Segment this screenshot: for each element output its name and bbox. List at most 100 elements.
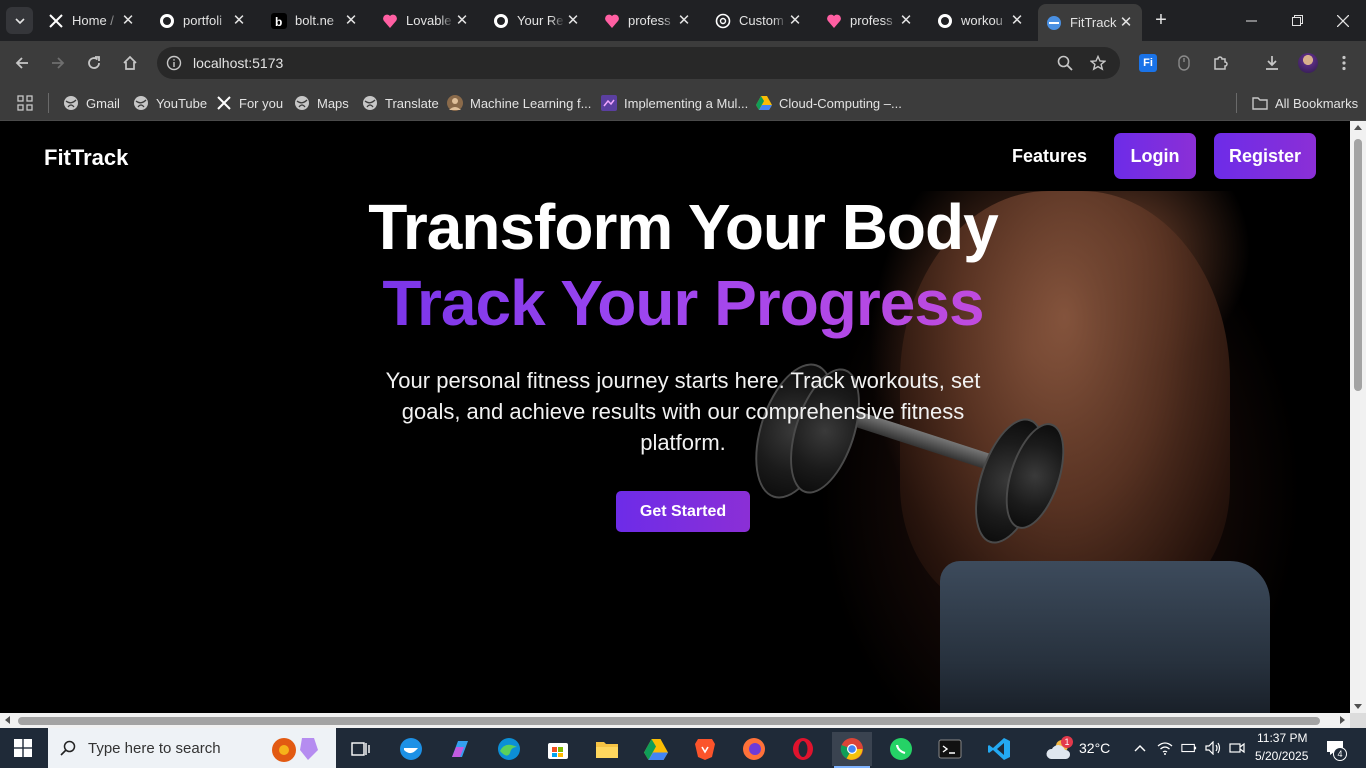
taskbar-search-placeholder: Type here to search — [88, 739, 221, 757]
all-bookmarks-label: All Bookmarks — [1275, 95, 1359, 111]
tab-openai-custom[interactable]: Custom ✕ — [707, 6, 811, 35]
bookmark-machine-learning[interactable]: Machine Learning f... — [447, 92, 591, 114]
scroll-left-arrow-icon[interactable] — [5, 716, 10, 724]
taskbar-app-copilot[interactable] — [440, 732, 480, 766]
taskbar-app-terminal[interactable] — [930, 732, 970, 766]
bookmark-star-icon[interactable] — [1090, 55, 1106, 71]
vertical-scroll-thumb[interactable] — [1354, 139, 1362, 391]
avatar — [1298, 53, 1318, 73]
bookmark-youtube[interactable]: YouTube — [133, 92, 207, 114]
tab-bolt[interactable]: b bolt.ne ✕ — [263, 6, 367, 35]
register-button[interactable]: Register — [1214, 133, 1316, 179]
bookmark-gmail[interactable]: Gmail — [63, 92, 120, 114]
hero-image-jeans — [940, 561, 1270, 713]
tab-github-your-repo[interactable]: Your Re ✕ — [485, 6, 589, 35]
close-tab-icon[interactable]: ✕ — [565, 12, 581, 29]
new-tab-button[interactable]: + — [1150, 9, 1172, 31]
taskbar-app-opera[interactable] — [783, 732, 823, 766]
tab-lovable-professional[interactable]: profess ✕ — [596, 6, 700, 35]
taskbar-search[interactable]: Type here to search — [48, 728, 336, 768]
tab-fittrack[interactable]: FitTrack ✕ — [1038, 4, 1142, 41]
taskbar-app-chrome[interactable] — [832, 732, 872, 768]
taskbar-app-docker[interactable] — [391, 732, 431, 766]
taskbar-app-edge[interactable] — [489, 732, 529, 766]
nav-features-link[interactable]: Features — [1012, 146, 1087, 167]
more-vertical-icon — [1342, 55, 1346, 71]
login-button[interactable]: Login — [1114, 133, 1196, 179]
restore-button[interactable] — [1274, 0, 1320, 41]
site-logo[interactable]: FitTrack — [44, 145, 128, 171]
scroll-right-arrow-icon[interactable] — [1340, 716, 1345, 724]
hero-subtitle: Your personal fitness journey starts her… — [385, 368, 981, 455]
downloads-button[interactable] — [1258, 49, 1286, 77]
tab-github-portfolio[interactable]: portfoli ✕ — [151, 6, 255, 35]
weather-widget[interactable] — [1040, 732, 1080, 766]
taskbar-app-store[interactable] — [538, 732, 578, 766]
clock-date[interactable]: 5/20/2025 — [1255, 749, 1308, 763]
vertical-scrollbar[interactable] — [1350, 121, 1366, 713]
extension-fi-button[interactable]: Fi — [1134, 49, 1162, 77]
puzzle-icon — [1214, 56, 1228, 70]
bookmark-for-you[interactable]: For you — [216, 92, 283, 114]
start-button[interactable] — [0, 728, 46, 768]
task-view-button[interactable] — [341, 732, 381, 766]
taskbar-app-google-drive[interactable] — [636, 732, 676, 766]
browser-toolbar: localhost:5173 Fi — [0, 41, 1366, 85]
apps-grid-icon — [17, 95, 33, 111]
scroll-down-arrow-icon[interactable] — [1354, 704, 1362, 709]
tab-search-button[interactable] — [6, 7, 33, 34]
tab-label: FitTrack — [1070, 15, 1117, 30]
forward-button[interactable] — [44, 49, 72, 77]
close-tab-icon[interactable]: ✕ — [120, 12, 136, 29]
tab-x-home[interactable]: Home / ✕ — [40, 6, 144, 35]
copilot-icon — [452, 741, 468, 757]
scroll-up-arrow-icon[interactable] — [1354, 125, 1362, 130]
reload-button[interactable] — [80, 49, 108, 77]
volume-icon[interactable] — [1205, 740, 1221, 756]
home-button[interactable] — [116, 49, 144, 77]
taskbar-app-brave[interactable] — [685, 732, 725, 766]
close-window-button[interactable] — [1320, 0, 1366, 41]
taskbar-app-file-explorer[interactable] — [587, 732, 627, 766]
tab-github-workout[interactable]: workou ✕ — [929, 6, 1033, 35]
back-button[interactable] — [8, 49, 36, 77]
battery-icon[interactable] — [1181, 740, 1197, 756]
extension-mouse-button[interactable] — [1170, 49, 1198, 77]
bookmark-implementing[interactable]: Implementing a Mul... — [601, 92, 748, 114]
taskbar-app-vscode[interactable] — [979, 732, 1019, 766]
bookmark-cloud-computing[interactable]: Cloud-Computing –... — [756, 92, 902, 114]
close-tab-icon[interactable]: ✕ — [343, 12, 359, 29]
x-logo-icon — [48, 13, 64, 29]
all-bookmarks-button[interactable]: All Bookmarks — [1252, 92, 1358, 114]
close-tab-icon[interactable]: ✕ — [676, 12, 692, 29]
meet-now-icon[interactable] — [1229, 740, 1245, 756]
bookmark-translate[interactable]: Translate — [362, 92, 439, 114]
apps-button[interactable] — [17, 92, 33, 114]
browser-menu-button[interactable] — [1330, 49, 1358, 77]
close-tab-icon[interactable]: ✕ — [1118, 14, 1134, 31]
address-bar[interactable]: localhost:5173 — [157, 47, 1120, 79]
restore-icon — [1291, 15, 1303, 26]
show-hidden-icons-button[interactable] — [1132, 740, 1148, 756]
horizontal-scrollbar[interactable] — [0, 713, 1350, 728]
wifi-icon[interactable] — [1157, 740, 1173, 756]
bookmark-maps[interactable]: Maps — [294, 92, 349, 114]
zoom-icon[interactable] — [1057, 55, 1073, 71]
tab-lovable-professional-2[interactable]: profess ✕ — [818, 6, 922, 35]
close-tab-icon[interactable]: ✕ — [898, 12, 914, 29]
taskbar-app-firefox[interactable] — [734, 732, 774, 766]
close-tab-icon[interactable]: ✕ — [454, 12, 470, 29]
get-started-button[interactable]: Get Started — [616, 491, 750, 532]
profile-button[interactable] — [1294, 49, 1322, 77]
clock-time[interactable]: 11:37 PM — [1257, 731, 1307, 745]
tab-strip: Home / ✕ portfoli ✕ b bolt.ne ✕ Lovable … — [0, 0, 1366, 41]
tab-lovable[interactable]: Lovable ✕ — [374, 6, 478, 35]
site-info-icon[interactable] — [166, 55, 182, 71]
close-tab-icon[interactable]: ✕ — [1009, 12, 1025, 29]
horizontal-scroll-thumb[interactable] — [18, 717, 1320, 725]
close-tab-icon[interactable]: ✕ — [787, 12, 803, 29]
close-tab-icon[interactable]: ✕ — [231, 12, 247, 29]
minimize-button[interactable] — [1228, 0, 1274, 41]
taskbar-app-whatsapp[interactable] — [881, 732, 921, 766]
extensions-button[interactable] — [1206, 49, 1234, 77]
